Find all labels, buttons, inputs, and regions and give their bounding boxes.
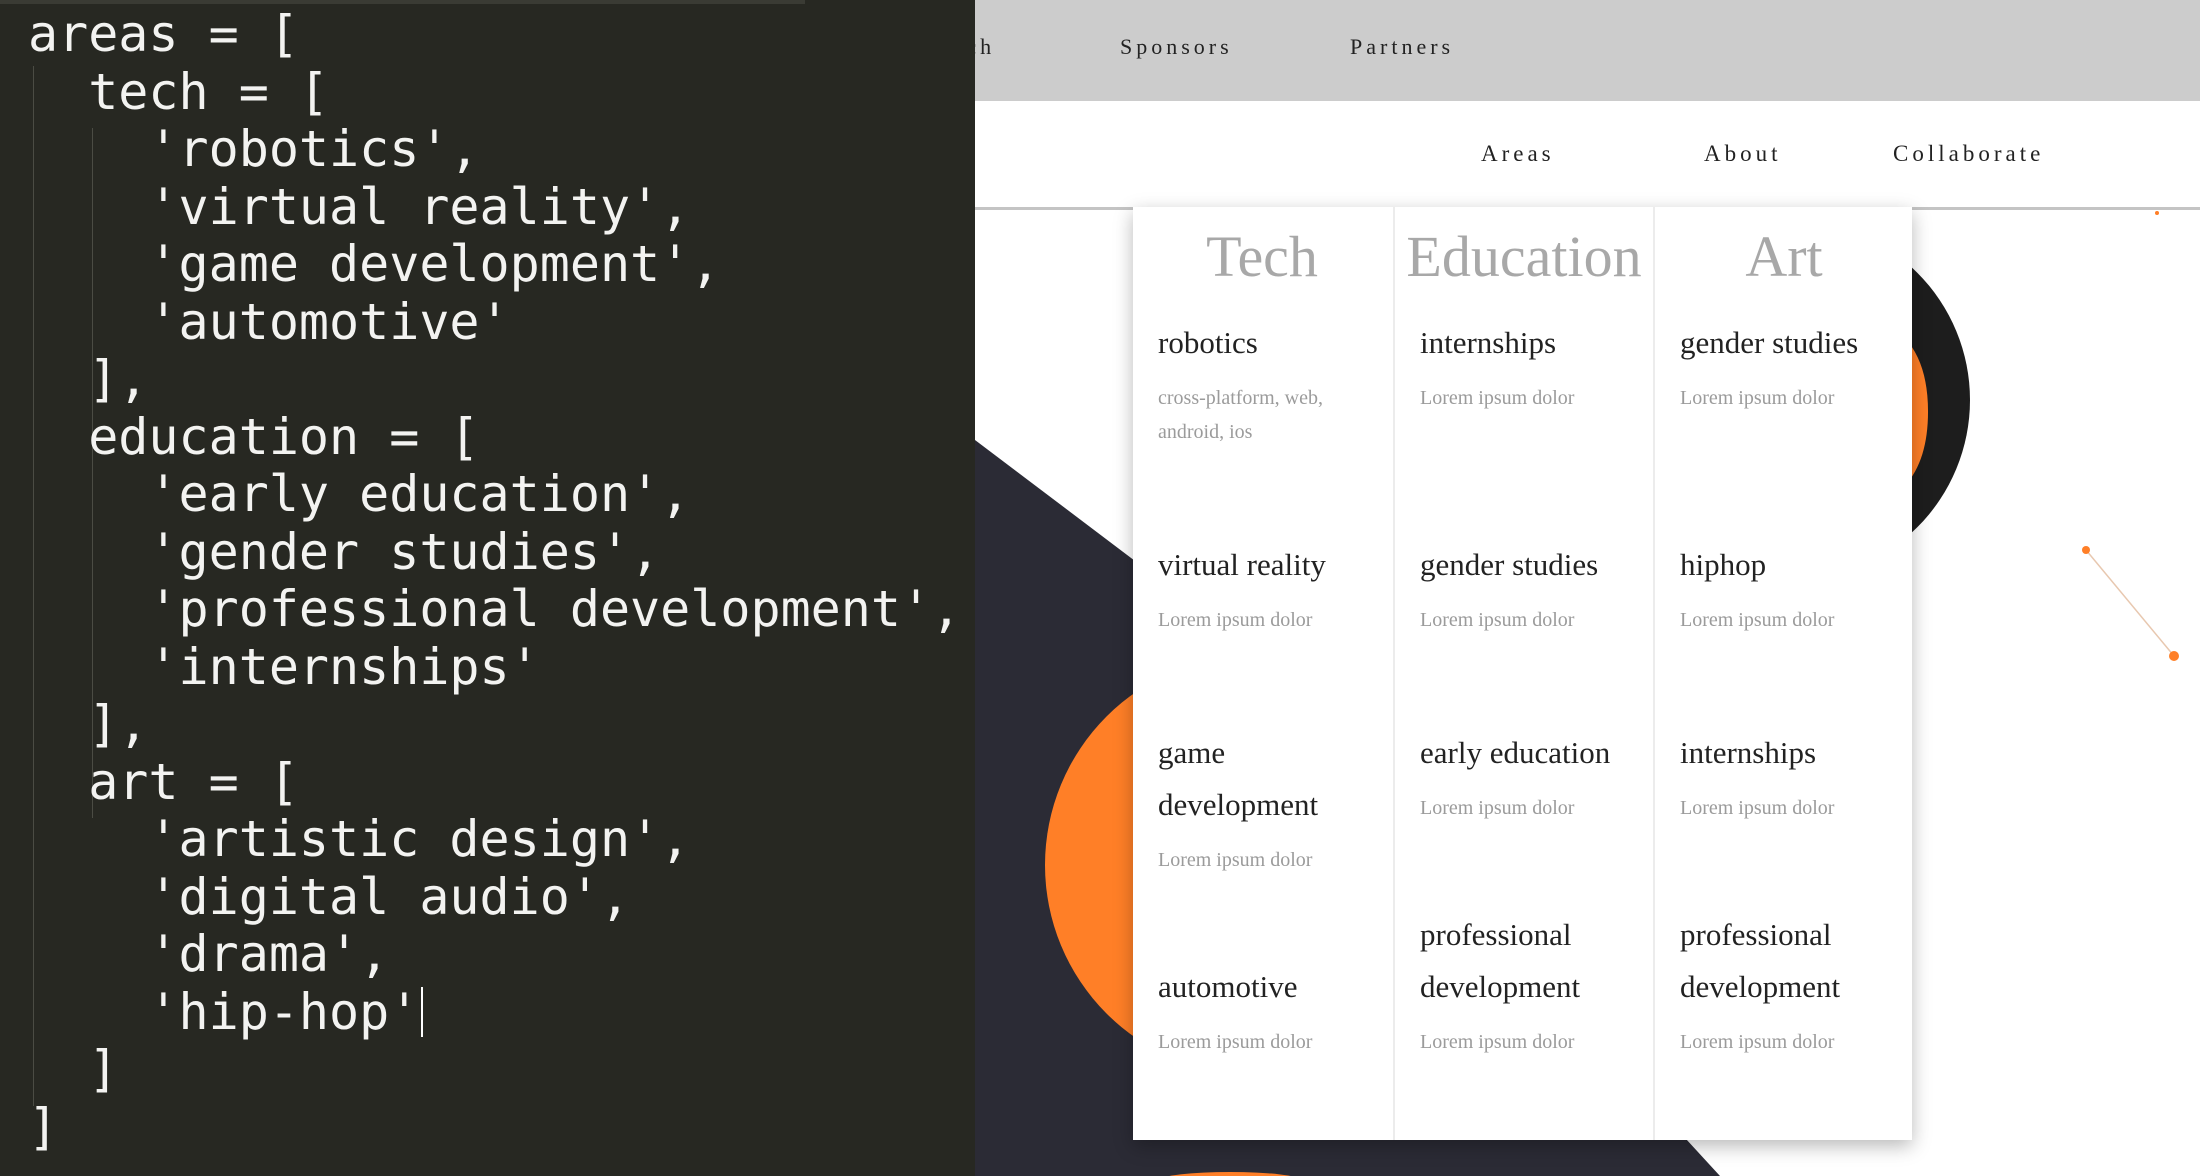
- nav-link-partners[interactable]: Partners: [1350, 34, 1454, 60]
- dropdown-column-education: Education internships Lorem ipsum dolor …: [1393, 207, 1653, 1140]
- code-line: 'robotics',: [28, 120, 480, 178]
- constellation-dot: [2082, 546, 2090, 554]
- menu-item-professional-development[interactable]: professional development Lorem ipsum dol…: [1420, 909, 1645, 1059]
- menu-item-description: Lorem ipsum dolor: [1420, 609, 1575, 631]
- menu-item-hiphop[interactable]: hiphop Lorem ipsum dolor: [1680, 539, 1905, 637]
- dropdown-column-tech: Tech robotics cross-platform, web, andro…: [1133, 207, 1391, 1140]
- code-editor-panel[interactable]: areas = [ tech = [ 'robotics', 'virtual …: [0, 0, 975, 1176]
- menu-item-early-education[interactable]: early education Lorem ipsum dolor: [1420, 727, 1645, 825]
- menu-item-title: internships: [1680, 735, 1817, 770]
- column-heading-tech: Tech: [1206, 224, 1318, 289]
- menu-item-title: automotive: [1158, 969, 1298, 1004]
- code-line: 'drama',: [28, 925, 390, 983]
- code-line: 'artistic design',: [28, 810, 691, 868]
- constellation-dot: [2155, 211, 2159, 215]
- text-cursor: [421, 986, 424, 1037]
- code-line: education = [: [28, 407, 480, 466]
- menu-item-title: robotics: [1158, 325, 1258, 360]
- menu-item-description: Lorem ipsum dolor: [1680, 797, 1835, 819]
- code-line: 'hip-hop': [28, 982, 420, 1041]
- code-line: art = [: [28, 752, 299, 811]
- menu-item-title: internships: [1420, 325, 1557, 360]
- menu-item-title: gender studies: [1420, 547, 1599, 582]
- menu-item-automotive[interactable]: automotive Lorem ipsum dolor: [1158, 961, 1383, 1059]
- menu-item-robotics[interactable]: robotics cross-platform, web, android, i…: [1158, 317, 1383, 449]
- menu-item-gender-studies[interactable]: gender studies Lorem ipsum dolor: [1680, 317, 1905, 415]
- constellation-dot: [2169, 651, 2179, 661]
- code-line: 'internships': [28, 637, 540, 696]
- nav-link-sponsors[interactable]: Sponsors: [1120, 34, 1233, 60]
- menu-item-description: Lorem ipsum dolor: [1158, 1031, 1313, 1053]
- code-line: 'game development',: [28, 235, 721, 293]
- constellation-line: [2085, 549, 2175, 657]
- menu-item-professional-development[interactable]: professional development Lorem ipsum dol…: [1680, 909, 1905, 1059]
- code-line: tech = [: [28, 62, 330, 121]
- code-line: ],: [28, 350, 149, 408]
- code-line: 'gender studies',: [28, 522, 661, 581]
- areas-dropdown-menu: Tech robotics cross-platform, web, andro…: [1133, 207, 1912, 1140]
- menu-item-description: Lorem ipsum dolor: [1420, 1031, 1575, 1053]
- menu-item-description: Lorem ipsum dolor: [1158, 609, 1313, 631]
- code-line: 'digital audio',: [28, 867, 631, 926]
- code-line: 'early education',: [28, 465, 691, 523]
- code-line: 'professional development',: [28, 580, 962, 638]
- menu-item-description: Lorem ipsum dolor: [1680, 387, 1835, 409]
- menu-item-description: Lorem ipsum dolor: [1420, 797, 1575, 819]
- dropdown-column-art: Art gender studies Lorem ipsum dolor hip…: [1653, 207, 1913, 1140]
- nav-link-about[interactable]: About: [1704, 141, 1782, 167]
- code-line: areas = [: [28, 5, 299, 63]
- nav-link-collaborate[interactable]: Collaborate: [1893, 141, 2044, 167]
- menu-item-internships[interactable]: internships Lorem ipsum dolor: [1680, 727, 1905, 825]
- menu-item-title: gender studies: [1680, 325, 1859, 360]
- menu-item-gender-studies[interactable]: gender studies Lorem ipsum dolor: [1420, 539, 1645, 637]
- code-line: ],: [28, 695, 149, 753]
- menu-item-title: virtual reality: [1158, 547, 1326, 582]
- editor-top-strip: [0, 0, 805, 4]
- menu-item-description: Lorem ipsum dolor: [1158, 849, 1313, 871]
- menu-item-title: professional development: [1680, 917, 1841, 1004]
- code-text[interactable]: areas = [ tech = [ 'robotics', 'virtual …: [28, 5, 962, 1156]
- menu-item-description: Lorem ipsum dolor: [1680, 609, 1835, 631]
- menu-item-description: cross-platform, web, android, ios: [1158, 387, 1323, 443]
- code-line: 'automotive': [28, 292, 510, 351]
- nav-link-areas[interactable]: Areas: [1481, 141, 1555, 167]
- menu-item-game-development[interactable]: game development Lorem ipsum dolor: [1158, 727, 1383, 877]
- code-line: ]: [28, 1097, 59, 1156]
- menu-item-description: Lorem ipsum dolor: [1680, 1031, 1835, 1053]
- code-line: 'virtual reality',: [28, 177, 691, 236]
- menu-item-virtual-reality[interactable]: virtual reality Lorem ipsum dolor: [1158, 539, 1383, 637]
- menu-item-title: early education: [1420, 735, 1611, 770]
- code-line: ]: [28, 1040, 119, 1098]
- menu-item-title: game development: [1158, 735, 1319, 822]
- column-heading-art: Art: [1745, 224, 1823, 289]
- menu-item-title: professional development: [1420, 917, 1581, 1004]
- column-heading-education: Education: [1406, 224, 1642, 289]
- menu-item-description: Lorem ipsum dolor: [1420, 387, 1575, 409]
- menu-item-internships[interactable]: internships Lorem ipsum dolor: [1420, 317, 1645, 415]
- menu-item-title: hiphop: [1680, 547, 1767, 582]
